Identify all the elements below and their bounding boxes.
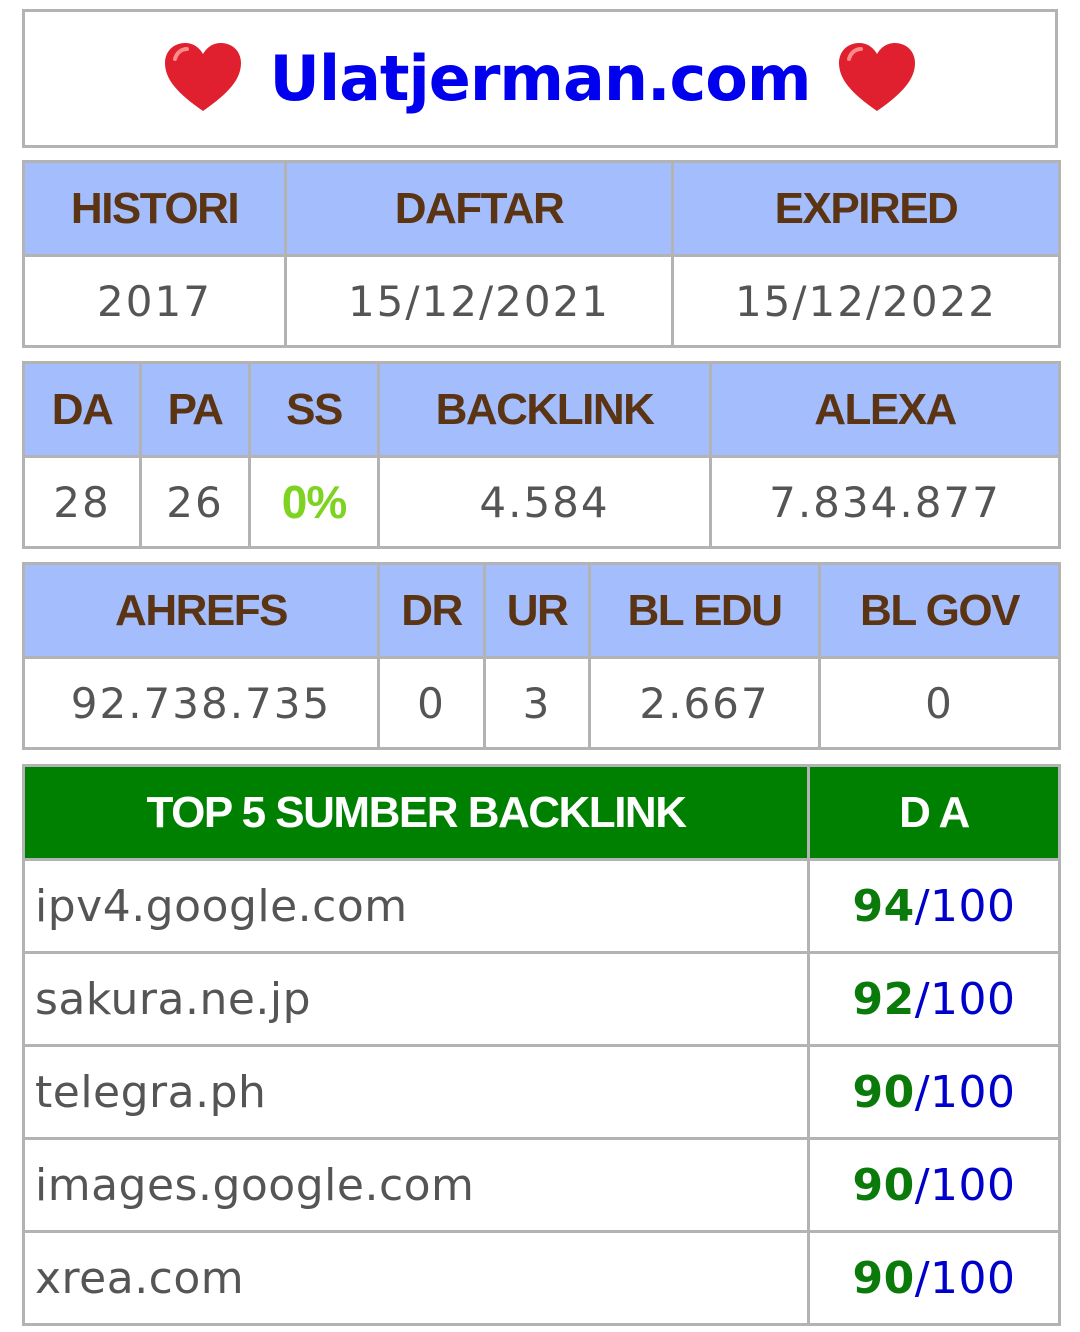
ahrefs-metrics-table: AHREFS DR UR BL EDU BL GOV 92.738.735 0 …: [22, 562, 1061, 750]
da-max: /100: [914, 1159, 1016, 1211]
value-ur: 3: [483, 656, 591, 750]
header-backlink: BACKLINK: [377, 361, 712, 458]
table-row: sakura.ne.jp 92/100: [22, 951, 1061, 1047]
backlink-da: 90/100: [807, 1044, 1061, 1140]
site-title: Ulatjerman.com: [269, 42, 811, 115]
table-row: images.google.com 90/100: [22, 1137, 1061, 1233]
value-ss: 0%: [248, 455, 380, 549]
backlink-da: 92/100: [807, 951, 1061, 1047]
da-max: /100: [914, 880, 1016, 932]
value-bl-gov: 0: [818, 656, 1061, 750]
title-banner: Ulatjerman.com: [22, 9, 1058, 148]
da-score: 90: [852, 1159, 915, 1211]
backlink-site: sakura.ne.jp: [22, 951, 810, 1047]
header-daftar: DAFTAR: [284, 160, 674, 257]
header-pa: PA: [139, 361, 251, 458]
table-row: telegra.ph 90/100: [22, 1044, 1061, 1140]
header-bl-gov: BL GOV: [818, 562, 1061, 659]
table-row: xrea.com 90/100: [22, 1230, 1061, 1326]
table-row: ipv4.google.com 94/100: [22, 858, 1061, 954]
da-score: 94: [852, 880, 915, 932]
da-max: /100: [914, 1066, 1016, 1118]
da-max: /100: [914, 1252, 1016, 1304]
da-score: 92: [852, 973, 915, 1025]
value-histori: 2017: [22, 254, 287, 348]
value-expired: 15/12/2022: [671, 254, 1061, 348]
header-dr: DR: [377, 562, 486, 659]
heart-icon: [837, 41, 917, 117]
header-alexa: ALEXA: [709, 361, 1061, 458]
backlink-site: xrea.com: [22, 1230, 810, 1326]
value-daftar: 15/12/2021: [284, 254, 674, 348]
backlink-site: telegra.ph: [22, 1044, 810, 1140]
header-top-sources: TOP 5 SUMBER BACKLINK: [22, 764, 810, 861]
header-histori: HISTORI: [22, 160, 287, 257]
header-expired: EXPIRED: [671, 160, 1061, 257]
domain-history-table: HISTORI DAFTAR EXPIRED 2017 15/12/2021 1…: [22, 160, 1061, 348]
header-ur: UR: [483, 562, 591, 659]
header-bl-edu: BL EDU: [588, 562, 821, 659]
top-backlink-table: TOP 5 SUMBER BACKLINK D A ipv4.google.co…: [22, 764, 1061, 1326]
backlink-site: ipv4.google.com: [22, 858, 810, 954]
da-score: 90: [852, 1252, 915, 1304]
value-bl-edu: 2.667: [588, 656, 821, 750]
backlink-da: 90/100: [807, 1230, 1061, 1326]
backlink-da: 94/100: [807, 858, 1061, 954]
value-da: 28: [22, 455, 142, 549]
backlink-site: images.google.com: [22, 1137, 810, 1233]
value-ahrefs: 92.738.735: [22, 656, 380, 750]
value-pa: 26: [139, 455, 251, 549]
da-score: 90: [852, 1066, 915, 1118]
value-alexa: 7.834.877: [709, 455, 1061, 549]
header-ahrefs: AHREFS: [22, 562, 380, 659]
header-da: DA: [22, 361, 142, 458]
value-dr: 0: [377, 656, 486, 750]
backlink-da: 90/100: [807, 1137, 1061, 1233]
heart-icon: [163, 41, 243, 117]
seo-metrics-table: DA PA SS BACKLINK ALEXA 28 26 0% 4.584 7…: [22, 361, 1061, 549]
header-da-score: D A: [807, 764, 1061, 861]
da-max: /100: [914, 973, 1016, 1025]
header-ss: SS: [248, 361, 380, 458]
value-backlink: 4.584: [377, 455, 712, 549]
